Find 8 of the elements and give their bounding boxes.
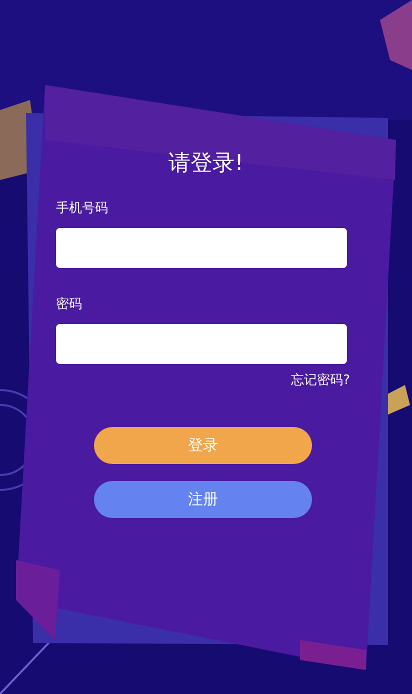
register-button[interactable]: 注册 (94, 481, 312, 518)
input-field[interactable] (56, 228, 347, 268)
field-label: 手机号码 (56, 200, 108, 218)
login-title: 请登录! (168, 150, 244, 178)
field-label: 密码 (56, 296, 82, 314)
forgot-password-link[interactable]: 忘记密码? (291, 372, 350, 390)
login-button[interactable]: 登录 (94, 427, 312, 464)
input-field[interactable] (56, 324, 347, 364)
